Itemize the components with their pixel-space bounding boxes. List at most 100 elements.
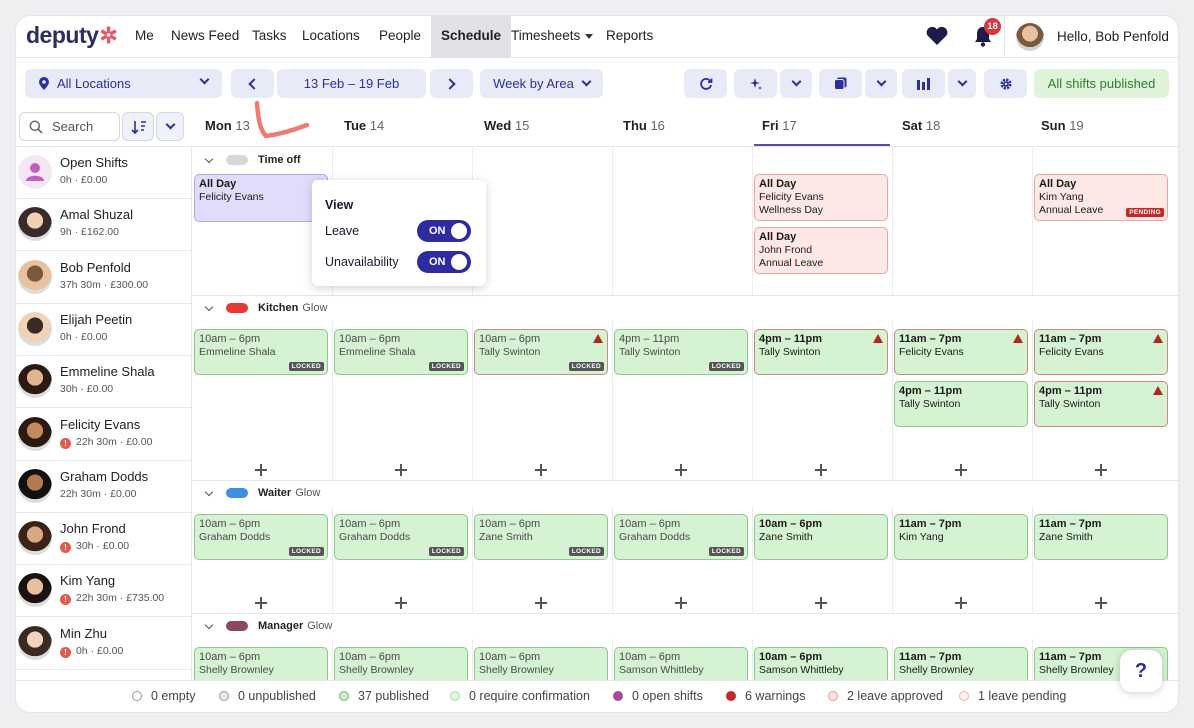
- employee-name: Kim Yang: [60, 573, 116, 589]
- nav-me[interactable]: Me: [135, 16, 154, 58]
- shift-card[interactable]: 10am – 6pm Emmeline Shala LOCKED: [194, 329, 328, 375]
- employee-row[interactable]: John Frond! 30h · £0.00: [16, 513, 191, 566]
- area-header-timeoff[interactable]: Time off: [192, 147, 301, 173]
- publish-status[interactable]: All shifts published: [1034, 69, 1169, 98]
- locked-badge: LOCKED: [708, 547, 744, 556]
- nav-locations[interactable]: Locations: [302, 16, 360, 58]
- nav-people[interactable]: People: [379, 16, 421, 58]
- auto-build-button[interactable]: [734, 69, 777, 98]
- day-header-tue[interactable]: Tue 14: [344, 112, 384, 146]
- add-shift-icon[interactable]: [675, 464, 687, 476]
- employee-hours: 0h · £0.00: [60, 174, 107, 186]
- shift-card[interactable]: 10am – 6pm Graham Dodds LOCKED: [334, 514, 468, 560]
- templates-dropdown[interactable]: [865, 69, 897, 98]
- auto-build-dropdown[interactable]: [780, 69, 812, 98]
- view-select[interactable]: Week by Area: [480, 69, 603, 98]
- day-header-mon[interactable]: Mon 13: [205, 112, 250, 146]
- nav-schedule[interactable]: Schedule: [431, 16, 512, 58]
- shift-card[interactable]: 10am – 6pm Graham Dodds LOCKED: [194, 514, 328, 560]
- hours-cost: 30h · £0.00: [76, 540, 130, 553]
- templates-button[interactable]: [819, 69, 862, 98]
- shift-card[interactable]: 11am – 7pm Kim Yang: [894, 514, 1028, 560]
- settings-button[interactable]: [984, 69, 1027, 98]
- shift-card[interactable]: 4pm – 11pm Tally Swinton: [894, 381, 1028, 427]
- day-header-sun[interactable]: Sun 19: [1041, 112, 1084, 146]
- shift-card[interactable]: 10am – 6pm Zane Smith: [754, 514, 888, 560]
- help-button[interactable]: ?: [1120, 650, 1162, 692]
- day-header-fri[interactable]: Fri 17: [754, 112, 890, 146]
- leave-card[interactable]: All Day Felicity Evans: [194, 174, 328, 222]
- chevron-down-icon: [791, 76, 801, 87]
- employee-row[interactable]: Graham Dodds 22h 30m · £0.00: [16, 461, 191, 513]
- shift-card[interactable]: 4pm – 11pm Tally Swinton: [1034, 381, 1168, 427]
- add-shift-icon[interactable]: [255, 597, 267, 609]
- unavailability-toggle[interactable]: ON: [417, 251, 471, 273]
- prev-week-button[interactable]: [231, 69, 274, 98]
- nav-reports[interactable]: Reports: [606, 16, 653, 58]
- shift-time: 10am – 6pm: [479, 518, 541, 530]
- employee-row[interactable]: Amal Shuzal 9h · £162.00: [16, 199, 191, 252]
- add-shift-icon[interactable]: [955, 464, 967, 476]
- leave-toggle[interactable]: ON: [417, 220, 471, 242]
- search-input[interactable]: Search: [19, 112, 120, 141]
- deputy-logo[interactable]: deputy✲: [26, 22, 118, 49]
- insights-dropdown[interactable]: [948, 69, 976, 98]
- heart-icon[interactable]: [925, 26, 949, 46]
- employee-row[interactable]: Min Zhu! 0h · £0.00: [16, 618, 191, 670]
- shift-card[interactable]: 10am – 6pm Emmeline Shala LOCKED: [334, 329, 468, 375]
- location-select[interactable]: All Locations: [25, 69, 222, 98]
- add-shift-icon[interactable]: [675, 597, 687, 609]
- day-header-wed[interactable]: Wed 15: [484, 112, 529, 146]
- shift-card[interactable]: 4pm – 11pm Tally Swinton: [754, 329, 888, 375]
- employee-row[interactable]: Emmeline Shala 30h · £0.00: [16, 356, 191, 409]
- shift-card[interactable]: 10am – 6pm Tally Swinton LOCKED: [474, 329, 608, 375]
- day-header-sat[interactable]: Sat 18: [902, 112, 940, 146]
- shift-employee: Emmeline Shala: [199, 346, 276, 358]
- add-shift-icon[interactable]: [255, 464, 267, 476]
- add-shift-icon[interactable]: [535, 464, 547, 476]
- insights-button[interactable]: [902, 69, 945, 98]
- employee-row[interactable]: Elijah Peetin 0h · £0.00: [16, 304, 191, 356]
- shift-card[interactable]: 10am – 6pm Graham Dodds LOCKED: [614, 514, 748, 560]
- day-name: Mon: [205, 118, 232, 133]
- employee-hours: 9h · £162.00: [60, 226, 119, 238]
- area-header-kitchen[interactable]: Kitchen Glow: [192, 295, 327, 321]
- shift-time: 11am – 7pm: [899, 518, 962, 530]
- add-shift-icon[interactable]: [395, 464, 407, 476]
- chevron-down-icon[interactable]: [204, 487, 214, 496]
- shift-card[interactable]: 10am – 6pm Zane Smith LOCKED: [474, 514, 608, 560]
- shift-card[interactable]: 11am – 7pm Felicity Evans: [894, 329, 1028, 375]
- nav-tasks[interactable]: Tasks: [252, 16, 287, 58]
- add-shift-icon[interactable]: [815, 464, 827, 476]
- refresh-button[interactable]: [684, 69, 727, 98]
- chevron-down-icon[interactable]: [204, 620, 214, 629]
- shift-card[interactable]: 11am – 7pm Felicity Evans: [1034, 329, 1168, 375]
- add-shift-icon[interactable]: [955, 597, 967, 609]
- employee-row[interactable]: Kim Yang! 22h 30m · £735.00: [16, 565, 191, 618]
- add-shift-icon[interactable]: [1095, 597, 1107, 609]
- area-header-manager[interactable]: Manager Glow: [192, 613, 332, 639]
- employee-row[interactable]: Felicity Evans! 22h 30m · £0.00: [16, 409, 191, 461]
- add-shift-icon[interactable]: [1095, 464, 1107, 476]
- chevron-down-icon[interactable]: [204, 154, 214, 163]
- day-header-thu[interactable]: Thu 16: [623, 112, 665, 146]
- sort-button[interactable]: [122, 112, 154, 141]
- chevron-down-icon[interactable]: [204, 302, 214, 311]
- add-shift-icon[interactable]: [535, 597, 547, 609]
- leave-card[interactable]: All Day Felicity Evans Wellness Day: [754, 174, 888, 221]
- nav-news-feed[interactable]: News Feed: [171, 16, 239, 58]
- shift-card[interactable]: 4pm – 11pm Tally Swinton LOCKED: [614, 329, 748, 375]
- nav-timesheets[interactable]: Timesheets: [511, 16, 594, 58]
- area-header-waiter[interactable]: Waiter Glow: [192, 480, 320, 506]
- add-shift-icon[interactable]: [395, 597, 407, 609]
- shift-card[interactable]: 11am – 7pm Zane Smith: [1034, 514, 1168, 560]
- next-week-button[interactable]: [430, 69, 473, 98]
- sort-dropdown[interactable]: [156, 112, 184, 141]
- date-range[interactable]: 13 Feb – 19 Feb: [277, 69, 426, 98]
- employee-row[interactable]: Open Shifts 0h · £0.00: [16, 147, 191, 199]
- leave-card[interactable]: All Day Kim Yang Annual Leave PENDING: [1034, 174, 1168, 221]
- add-shift-icon[interactable]: [815, 597, 827, 609]
- employee-row[interactable]: Bob Penfold 37h 30m · £300.00: [16, 252, 191, 304]
- user-avatar[interactable]: [1016, 23, 1044, 51]
- leave-card[interactable]: All Day John Frond Annual Leave: [754, 227, 888, 274]
